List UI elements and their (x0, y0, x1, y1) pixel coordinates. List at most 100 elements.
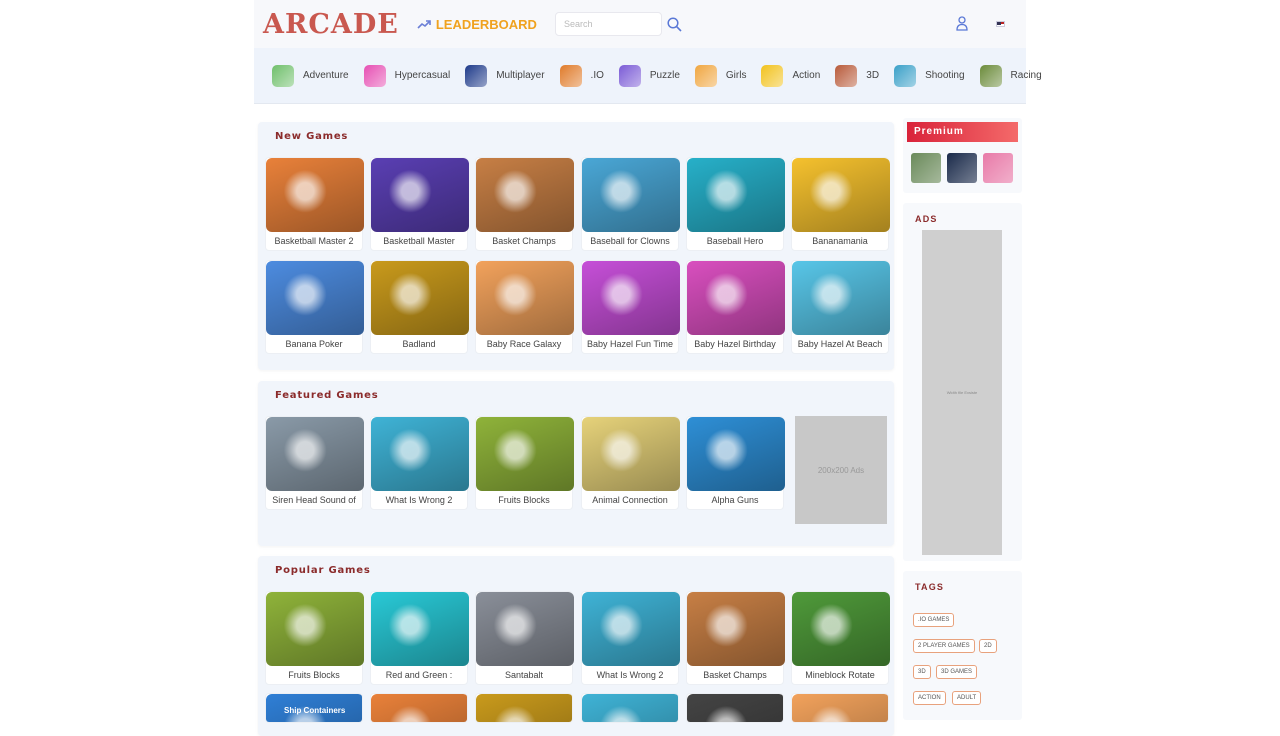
adventure-icon (272, 64, 294, 87)
game-card[interactable]: Baby Race Galaxy (475, 260, 574, 354)
io-icon (559, 64, 582, 87)
game-card[interactable]: Basketball Master 2 (265, 157, 364, 251)
premium-game-thumbnail[interactable] (947, 153, 977, 183)
hypercasual-icon (363, 64, 386, 87)
game-name: Basket Champs (492, 236, 556, 246)
game-card[interactable]: What Is Wrong 2 (370, 416, 469, 510)
game-name: Basketball Master 2 (274, 236, 354, 246)
game-card[interactable]: Baby Hazel At Beach (791, 260, 890, 354)
game-card[interactable]: Baby Hazel Birthday (686, 260, 785, 354)
game-thumbnail (266, 158, 364, 232)
game-thumbnail (476, 694, 572, 722)
game-card[interactable]: What Is Wrong 2 (581, 591, 680, 685)
user-icon[interactable] (956, 16, 968, 31)
ad-placeholder: Width file Exsiste (922, 230, 1002, 555)
shooting-icon (894, 64, 917, 87)
leaderboard-label: LEADERBOARD (435, 16, 537, 32)
game-card[interactable] (475, 693, 573, 723)
game-thumbnail (687, 261, 785, 335)
tag-chip[interactable]: 2D (979, 639, 997, 653)
premium-game-thumbnail[interactable] (911, 153, 941, 183)
tag-chip[interactable]: ACTION (913, 691, 946, 705)
game-thumbnail (371, 158, 469, 232)
category-girls[interactable]: Girls (694, 64, 747, 87)
game-card[interactable]: Badland (370, 260, 469, 354)
game-name: Baby Hazel Fun Time (586, 339, 674, 349)
category-label: Action (792, 70, 821, 81)
game-thumbnail (687, 158, 785, 232)
category-label: Puzzle (649, 70, 680, 81)
game-thumbnail (792, 158, 890, 232)
category-racing[interactable]: Racing (979, 64, 1042, 87)
game-card[interactable]: Fruits Blocks (475, 416, 574, 510)
search-input[interactable] (554, 12, 662, 36)
game-card[interactable]: Fruits Blocks (265, 591, 364, 685)
ads-title: ADS (915, 214, 938, 224)
category-shooting[interactable]: Shooting (894, 64, 965, 87)
game-card[interactable]: Banana Poker (265, 260, 364, 354)
tag-chip[interactable]: .IO GAMES (913, 613, 955, 627)
search-icon (667, 16, 683, 32)
game-card[interactable]: Basketball Master (370, 157, 469, 251)
game-card[interactable]: Red and Green : (370, 591, 469, 685)
premium-title: Premium (907, 122, 1018, 142)
game-card[interactable]: Alpha Guns (686, 416, 785, 510)
category-multiplayer[interactable]: Multiplayer (465, 64, 545, 87)
ad-text: Width file Exsiste (946, 390, 978, 395)
game-name: Baseball Hero (706, 236, 764, 246)
game-card[interactable]: Ship Containers (265, 693, 363, 723)
game-name: What Is Wrong 2 (596, 670, 664, 680)
racing-icon (979, 64, 1002, 87)
category-label: .IO (590, 70, 604, 81)
ad-placeholder: 200x200 Ads (795, 416, 887, 524)
site-logo[interactable]: ARCADE (263, 9, 399, 40)
tag-chip[interactable]: ADULT (952, 691, 982, 705)
search-button[interactable] (666, 15, 684, 33)
game-card[interactable]: Baseball Hero (686, 157, 785, 251)
game-thumbnail (687, 417, 785, 491)
game-thumbnail (371, 592, 469, 666)
category-3d[interactable]: 3D (835, 64, 879, 87)
ads-panel: ADS Width file Exsiste (903, 203, 1022, 561)
category-action[interactable]: Action (761, 64, 821, 87)
game-card[interactable] (581, 693, 679, 723)
game-thumbnail (371, 417, 469, 491)
game-name: Fruits Blocks (288, 670, 340, 680)
game-card[interactable]: Baby Hazel Fun Time (581, 260, 680, 354)
section-title: New Games (275, 131, 349, 142)
game-card[interactable]: Animal Connection (581, 416, 680, 510)
action-icon (761, 64, 784, 87)
game-thumbnail (582, 592, 680, 666)
game-card[interactable]: Siren Head Sound of (265, 416, 364, 510)
game-card[interactable]: Basket Champs (686, 591, 785, 685)
game-thumbnail (792, 694, 888, 722)
tags-panel: TAGS .IO GAMES 2 PLAYER GAMES 2D 3D 3D GAMES… (903, 571, 1022, 720)
category-puzzle[interactable]: Puzzle (618, 64, 680, 87)
us-flag-icon[interactable] (996, 21, 1005, 27)
category-label: Racing (1010, 70, 1042, 81)
game-card[interactable]: Basket Champs (475, 157, 574, 251)
game-card[interactable]: Mineblock Rotate (791, 591, 890, 685)
multiplayer-icon (465, 64, 488, 87)
game-name: Siren Head Sound of (272, 495, 356, 505)
category-hypercasual[interactable]: Hypercasual (363, 64, 450, 87)
game-name: Ship Containers (284, 706, 346, 715)
game-card[interactable]: Baseball for Clowns (581, 157, 680, 251)
category-io[interactable]: .IO (559, 64, 604, 87)
game-card[interactable]: Bananamania (791, 157, 890, 251)
tags-title: TAGS (915, 582, 945, 592)
game-card[interactable]: Santabalt (475, 591, 574, 685)
tag-chip[interactable]: 3D (913, 665, 931, 679)
tag-chip[interactable]: 3D GAMES (936, 665, 978, 679)
game-name: Mineblock Rotate (805, 670, 875, 680)
game-name: Baby Race Galaxy (486, 339, 562, 349)
leaderboard-link[interactable]: LEADERBOARD (417, 17, 537, 32)
game-card[interactable] (791, 693, 889, 723)
game-name: Animal Connection (592, 495, 668, 505)
game-card[interactable] (686, 693, 784, 723)
premium-game-thumbnail[interactable] (983, 153, 1013, 183)
category-adventure[interactable]: Adventure (272, 64, 349, 87)
game-card[interactable] (370, 693, 468, 723)
category-label: Girls (725, 70, 747, 81)
tag-chip[interactable]: 2 PLAYER GAMES (913, 639, 975, 653)
